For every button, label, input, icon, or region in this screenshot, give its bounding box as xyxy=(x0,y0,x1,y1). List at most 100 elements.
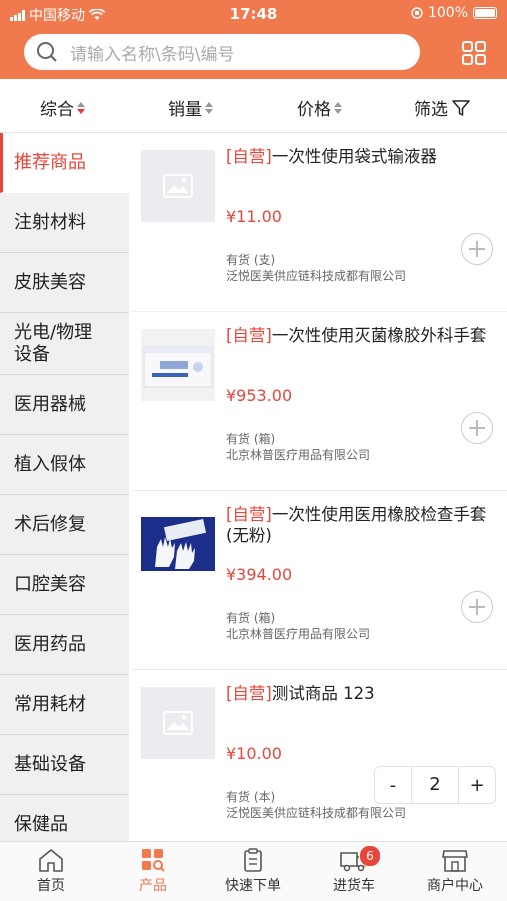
filter-label: 筛选 xyxy=(414,100,448,120)
list-item[interactable]: [自营]一次性使用医用橡胶检查手套 (无粉) ¥394.00 有货 (箱) 北京… xyxy=(133,491,507,670)
self-operated-tag: [自营] xyxy=(226,326,272,345)
sort-comprehensive[interactable]: 综合 xyxy=(40,95,85,120)
sidebar-item-label: 医用器械 xyxy=(14,393,86,415)
sidebar-item-recommended[interactable]: 推荐商品 xyxy=(0,133,129,193)
sidebar-item-label: 基础设备 xyxy=(14,753,86,775)
glove-box-image xyxy=(143,346,213,388)
tab-products-label: 产品 xyxy=(139,878,167,894)
product-price: ¥10.00 xyxy=(226,744,282,763)
product-title: [自营]一次性使用袋式输液器 xyxy=(226,146,492,167)
sidebar-item-label: 术后修复 xyxy=(14,513,86,535)
category-sidebar: 推荐商品 注射材料 皮肤美容 光电/物理设备 医用器械 植入假体 术后修复 口腔… xyxy=(0,133,129,841)
sidebar-item-consumables[interactable]: 常用耗材 xyxy=(0,675,129,735)
battery-percent: 100% xyxy=(427,5,468,21)
search-input[interactable]: 请输入名称\条码\编号 xyxy=(24,34,420,70)
tab-home[interactable]: 首页 xyxy=(11,847,91,895)
product-title: [自营]测试商品 123 xyxy=(226,683,492,704)
sort-sales[interactable]: 销量 xyxy=(168,95,213,120)
status-bar: 中国移动 17:48 100% xyxy=(0,0,507,28)
tab-home-label: 首页 xyxy=(37,878,65,894)
sidebar-item-label: 注射材料 xyxy=(14,211,86,233)
sidebar-item-label: 常用耗材 xyxy=(14,693,86,715)
products-icon xyxy=(142,849,165,872)
sidebar-item-label: 皮肤美容 xyxy=(14,271,86,293)
sort-price[interactable]: 价格 xyxy=(297,95,342,120)
sidebar-item-basic-equipment[interactable]: 基础设备 xyxy=(0,735,129,795)
sort-arrows-icon xyxy=(205,101,213,114)
tab-merchant-label: 商户中心 xyxy=(427,878,483,894)
cart-count-badge: 6 xyxy=(359,845,381,867)
sidebar-item-dental-beauty[interactable]: 口腔美容 xyxy=(0,555,129,615)
orientation-lock-icon xyxy=(411,7,423,19)
battery-icon xyxy=(473,7,497,19)
sidebar-item-label: 保健品 xyxy=(14,813,68,835)
image-placeholder-icon xyxy=(163,174,193,198)
add-to-cart-button[interactable] xyxy=(461,233,493,265)
list-item[interactable]: [自营]一次性使用袋式输液器 ¥11.00 有货 (支) 泛悦医美供应链科技成都… xyxy=(133,133,507,312)
bottom-tab-bar: 首页 产品 快速下单 6 进货车 商户中心 xyxy=(0,841,507,901)
product-price: ¥394.00 xyxy=(226,565,293,584)
tab-merchant-center[interactable]: 商户中心 xyxy=(415,847,495,895)
sidebar-item-label: 光电/物理设备 xyxy=(14,321,93,365)
tab-quick-order[interactable]: 快速下单 xyxy=(213,847,293,895)
exam-gloves-image xyxy=(141,517,215,571)
self-operated-tag: [自营] xyxy=(226,684,272,703)
sidebar-item-skin-beauty[interactable]: 皮肤美容 xyxy=(0,253,129,313)
filter-icon xyxy=(452,99,470,116)
sidebar-item-health-products[interactable]: 保健品 xyxy=(0,795,129,841)
product-seller: 北京林普医疗用品有限公司 xyxy=(226,627,371,641)
product-image-placeholder xyxy=(141,687,215,759)
product-title: [自营]一次性使用灭菌橡胶外科手套 xyxy=(226,325,492,346)
sort-sales-label: 销量 xyxy=(168,100,202,120)
self-operated-tag: [自营] xyxy=(226,505,272,524)
tab-products[interactable]: 产品 xyxy=(113,847,193,895)
quantity-stepper: - 2 + xyxy=(374,766,496,804)
product-list: [自营]一次性使用袋式输液器 ¥11.00 有货 (支) 泛悦医美供应链科技成都… xyxy=(133,133,507,841)
product-seller: 北京林普医疗用品有限公司 xyxy=(226,448,371,462)
store-icon xyxy=(442,850,468,872)
sidebar-item-injection-materials[interactable]: 注射材料 xyxy=(0,193,129,253)
product-name: 测试商品 123 xyxy=(271,684,375,703)
filter-button[interactable]: 筛选 xyxy=(414,95,471,120)
sidebar-item-label: 推荐商品 xyxy=(14,151,86,173)
decrement-button[interactable]: - xyxy=(375,775,411,796)
sidebar-item-medical-drugs[interactable]: 医用药品 xyxy=(0,615,129,675)
sidebar-item-photoelectric-equipment[interactable]: 光电/物理设备 xyxy=(0,313,129,375)
sort-comprehensive-label: 综合 xyxy=(40,100,74,120)
sidebar-item-post-op-repair[interactable]: 术后修复 xyxy=(0,495,129,555)
clipboard-icon xyxy=(244,848,262,872)
tab-cart[interactable]: 6 进货车 xyxy=(314,845,394,895)
search-placeholder: 请输入名称\条码\编号 xyxy=(70,44,235,65)
product-stock: 有货 (支) xyxy=(226,253,276,267)
image-placeholder-icon xyxy=(163,711,193,735)
tab-cart-label: 进货车 xyxy=(333,878,375,894)
sidebar-item-label: 植入假体 xyxy=(14,453,86,475)
list-item[interactable]: [自营]一次性使用灭菌橡胶外科手套 ¥953.00 有货 (箱) 北京林普医疗用… xyxy=(133,312,507,491)
product-name: 一次性使用灭菌橡胶外科手套 xyxy=(271,326,487,345)
product-price: ¥11.00 xyxy=(226,207,282,226)
product-image-placeholder xyxy=(141,150,215,222)
home-icon xyxy=(39,849,63,872)
sort-price-label: 价格 xyxy=(297,100,331,120)
quantity-value[interactable]: 2 xyxy=(410,767,460,803)
add-to-cart-button[interactable] xyxy=(461,412,493,444)
product-title: [自营]一次性使用医用橡胶检查手套 (无粉) xyxy=(226,504,492,546)
list-item[interactable]: [自营]测试商品 123 ¥10.00 有货 (本) 泛悦医美供应链科技成都有限… xyxy=(133,670,507,841)
sidebar-item-medical-devices[interactable]: 医用器械 xyxy=(0,375,129,435)
product-stock: 有货 (本) xyxy=(226,790,276,804)
search-icon xyxy=(37,42,57,62)
product-image xyxy=(141,508,215,580)
add-to-cart-button[interactable] xyxy=(461,591,493,623)
self-operated-tag: [自营] xyxy=(226,147,272,166)
sidebar-item-implants[interactable]: 植入假体 xyxy=(0,435,129,495)
increment-button[interactable]: + xyxy=(459,775,495,796)
product-price: ¥953.00 xyxy=(226,386,293,405)
product-stock: 有货 (箱) xyxy=(226,611,276,625)
sort-arrows-icon xyxy=(77,101,85,114)
app-header: 中国移动 17:48 100% 请输入名称\条码\编号 xyxy=(0,0,507,79)
product-name: 一次性使用袋式输液器 xyxy=(271,147,437,166)
sort-arrows-icon xyxy=(334,101,342,114)
product-image xyxy=(141,329,215,401)
product-seller: 泛悦医美供应链科技成都有限公司 xyxy=(226,269,407,283)
grid-view-icon[interactable] xyxy=(461,40,487,66)
